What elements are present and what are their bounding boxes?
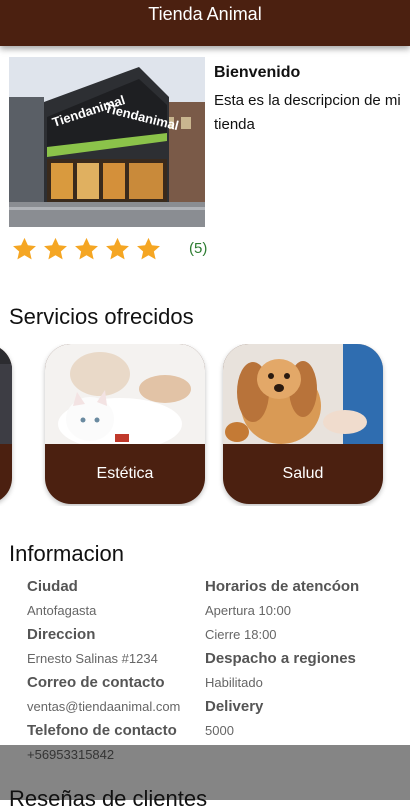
shipping-value: Habilitado	[205, 675, 263, 690]
address-value: Ernesto Salinas #1234	[27, 651, 158, 666]
star-icon	[137, 237, 160, 260]
city-value: Antofagasta	[27, 603, 97, 618]
vet-photo	[223, 344, 383, 444]
hours-open-value: Apertura 10:00	[205, 603, 292, 618]
service-label: Salud	[282, 465, 324, 482]
phone-label: Telefono de contacto	[27, 722, 177, 739]
email-label: Correo de contacto	[27, 674, 165, 691]
rating-stars	[9, 235, 164, 263]
store-description: Esta es la descripcion de mi tienda	[214, 92, 401, 133]
service-label: Estética	[96, 465, 154, 482]
service-card-salud[interactable]: Salud	[223, 344, 383, 504]
service-card-partial[interactable]	[0, 344, 12, 504]
city-label: Ciudad	[27, 578, 78, 595]
delivery-label: Delivery	[205, 698, 264, 715]
store-photo: Tiendanimal Tiendanimal	[9, 57, 205, 227]
info-title: Informacion	[9, 541, 124, 566]
hours-close-value: Cierre 18:00	[205, 627, 277, 642]
services-title: Servicios ofrecidos	[9, 304, 194, 329]
address-label: Direccion	[27, 626, 96, 643]
welcome-title: Bienvenido	[214, 64, 301, 81]
star-icon	[75, 237, 98, 260]
star-icon	[106, 237, 129, 260]
info-right-column: Horarios de atencóon Apertura 10:00 Cier…	[205, 575, 359, 743]
email-value: ventas@tiendaanimal.com	[27, 699, 181, 714]
app-bar: Tienda Animal	[0, 0, 410, 46]
star-icon	[44, 237, 67, 260]
reviews-title: Reseñas de clientes	[9, 786, 208, 811]
app-title: Tienda Animal	[148, 4, 262, 24]
rating-count: (5)	[189, 240, 208, 257]
star-icon	[13, 237, 36, 260]
shipping-label: Despacho a regiones	[205, 650, 356, 667]
service-card-estetica[interactable]: Estética	[45, 344, 205, 504]
service-label	[0, 444, 12, 504]
services-carousel[interactable]: Estética Salud	[0, 344, 410, 506]
info-left-column: Ciudad Antofagasta Direccion Ernesto Sal…	[27, 575, 180, 767]
hours-label: Horarios de atencóon	[205, 578, 360, 595]
store-photo-graphic: Tiendanimal Tiendanimal	[9, 57, 205, 227]
service-photo	[0, 344, 12, 444]
grooming-photo	[45, 344, 205, 444]
delivery-value: 5000	[205, 723, 234, 738]
